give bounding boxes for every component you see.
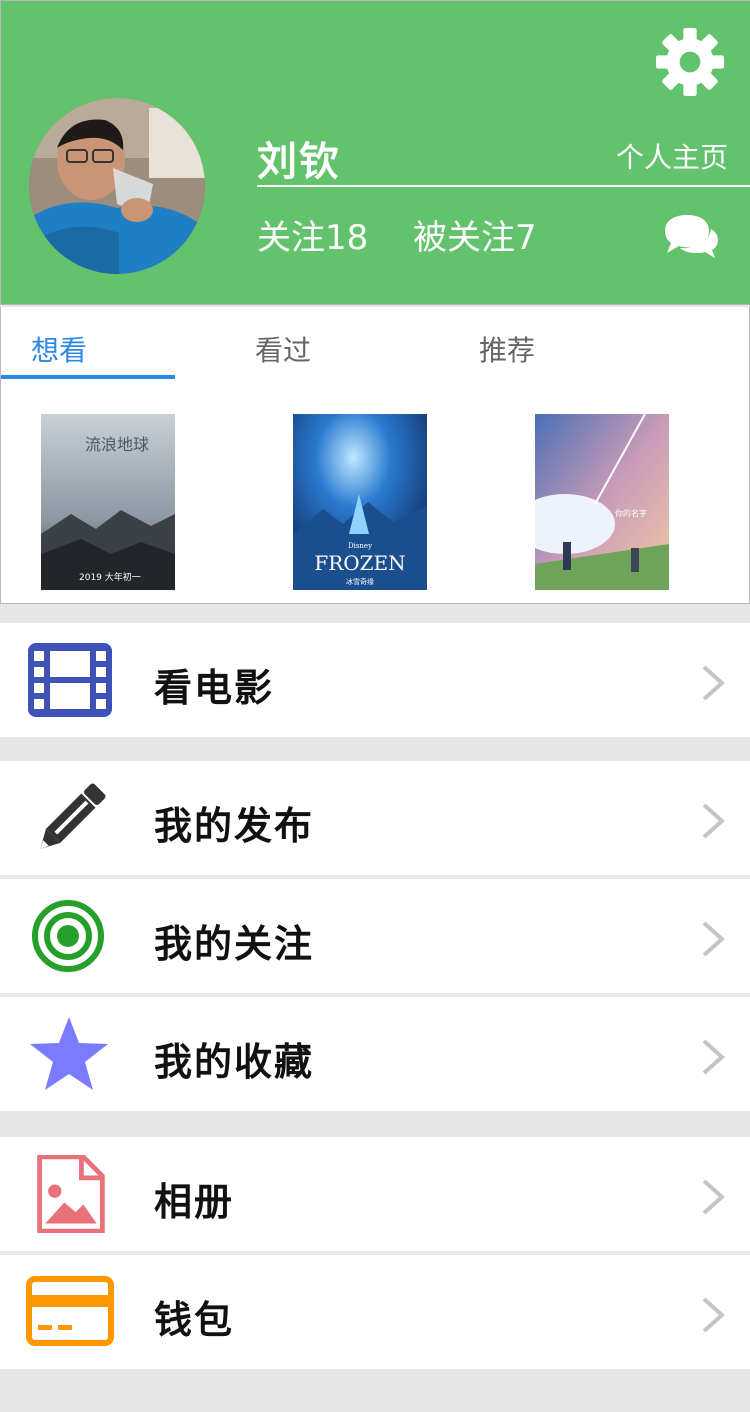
menu-row-album[interactable]: 相册	[0, 1137, 750, 1251]
movie-poster[interactable]: 你的名字	[535, 414, 669, 590]
menu-label: 相册	[154, 1180, 235, 1224]
avatar[interactable]	[29, 98, 205, 274]
menu-label: 钱包	[154, 1298, 235, 1342]
pencil-icon	[40, 783, 106, 849]
followers-count[interactable]: 被关注7	[413, 210, 537, 259]
chevron-right-icon	[702, 1039, 726, 1075]
movie-poster[interactable]: 流浪地球 2019 大年初一	[41, 414, 175, 590]
menu-row-my-posts[interactable]: 我的发布	[0, 761, 750, 875]
movie-poster[interactable]: Disney FROZEN 冰雪奇缘	[293, 414, 427, 590]
profile-header: 刘钦 个人主页 关注18 被关注7	[0, 0, 750, 305]
tab-recommended[interactable]: 推荐	[479, 329, 535, 369]
menu-row-movies[interactable]: 看电影	[0, 623, 750, 737]
star-icon	[30, 1017, 108, 1090]
homepage-link[interactable]: 个人主页	[616, 136, 728, 176]
poster-title-text: FROZEN	[314, 551, 405, 575]
menu-row-my-favorites[interactable]: 我的收藏	[0, 997, 750, 1111]
following-count[interactable]: 关注18	[257, 210, 368, 259]
tab-watched[interactable]: 看过	[255, 329, 311, 369]
user-name: 刘钦	[257, 139, 341, 185]
menu-label: 看电影	[154, 666, 275, 710]
chat-icon[interactable]	[661, 213, 719, 259]
tab-want-to-watch[interactable]: 想看	[31, 329, 87, 369]
chevron-right-icon	[702, 1179, 726, 1215]
menu-label: 我的关注	[154, 922, 315, 966]
chevron-right-icon	[702, 803, 726, 839]
target-icon	[32, 900, 104, 972]
film-icon	[28, 643, 112, 717]
poster-brand: Disney	[348, 542, 372, 550]
image-file-icon	[37, 1155, 105, 1233]
poster-title-text: 你的名字	[615, 508, 647, 518]
poster-caption: 2019 大年初一	[79, 571, 141, 583]
chevron-right-icon	[702, 665, 726, 701]
poster-title-text: 流浪地球	[85, 435, 149, 454]
chevron-right-icon	[702, 921, 726, 957]
movie-tabs-panel: 想看 看过 推荐 流浪地球 2019 大年初一 Disney FROZEN 冰雪…	[0, 307, 750, 604]
gear-icon[interactable]	[653, 25, 727, 99]
active-tab-indicator	[1, 375, 175, 379]
menu-label: 我的发布	[154, 804, 315, 848]
menu-label: 我的收藏	[154, 1040, 315, 1084]
menu-row-my-follows[interactable]: 我的关注	[0, 879, 750, 993]
chevron-right-icon	[702, 1297, 726, 1333]
poster-caption: 冰雪奇缘	[346, 577, 374, 586]
name-divider	[257, 185, 750, 187]
avatar-photo	[29, 98, 205, 274]
card-icon	[26, 1276, 114, 1346]
menu-row-wallet[interactable]: 钱包	[0, 1255, 750, 1369]
